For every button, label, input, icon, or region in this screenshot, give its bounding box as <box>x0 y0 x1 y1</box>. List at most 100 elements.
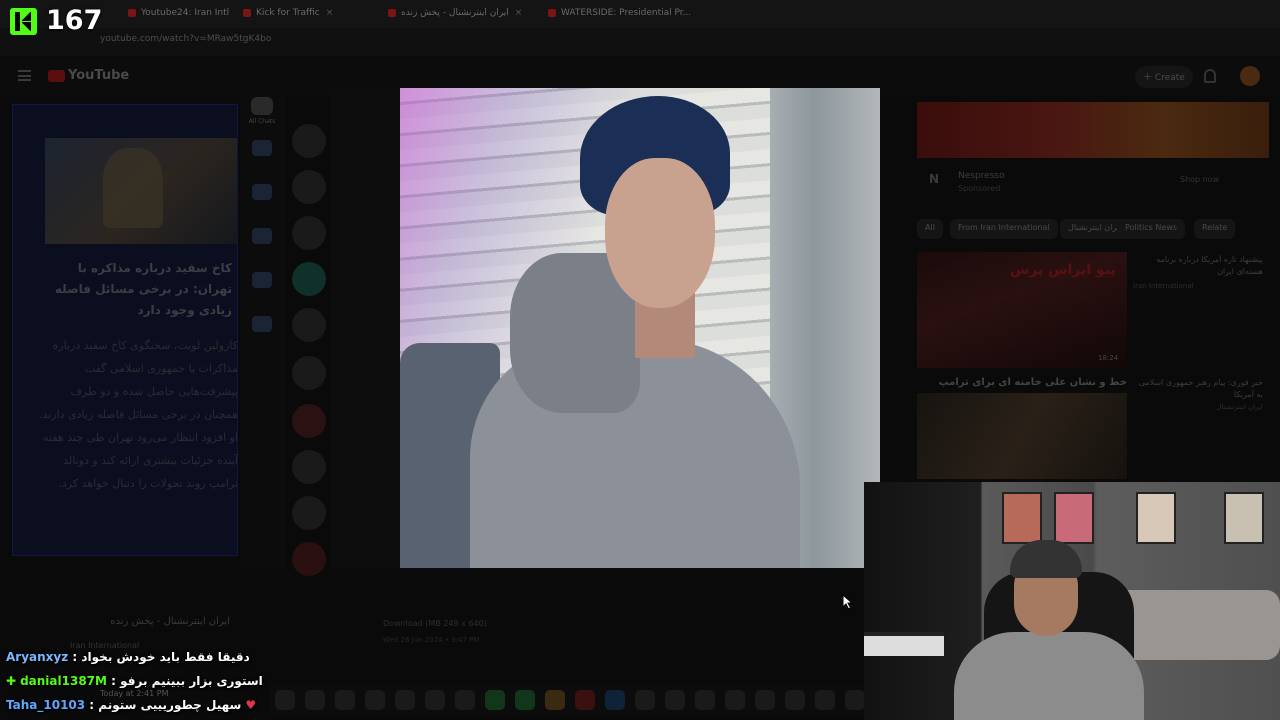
channel-icon[interactable] <box>292 262 326 296</box>
rail-item-icon[interactable] <box>252 316 272 332</box>
dock-app-icon[interactable] <box>545 690 565 710</box>
youtube-play-icon <box>48 69 65 82</box>
dock-app-icon[interactable] <box>695 690 715 710</box>
download-label: Download (MB 249 x 640) <box>383 619 487 628</box>
dock-app-icon[interactable] <box>755 690 775 710</box>
chat-message: ✚ danial1387M : استوری بزار ببینیم برفو <box>6 674 263 688</box>
channel-icon[interactable] <box>292 170 326 204</box>
dock-app-icon[interactable] <box>485 690 505 710</box>
dock-app-icon[interactable] <box>275 690 295 710</box>
wall-poster <box>1136 492 1176 544</box>
video-title[interactable]: پیشنهاد تازه آمریکا درباره برنامه هسته‌ا… <box>1133 254 1263 278</box>
channel-subtitle: Iran International <box>70 641 140 650</box>
dock-app-icon[interactable] <box>575 690 595 710</box>
channel-icon[interactable] <box>292 356 326 390</box>
kick-logo-icon <box>10 8 37 35</box>
plus-diamond-icon: ✚ <box>6 674 17 688</box>
chat-username[interactable]: danial1387M <box>20 674 107 688</box>
video-title[interactable]: خبر فوری: پیام رهبر جمهوری اسلامی به آمر… <box>1133 377 1263 401</box>
nespresso-logo-icon: N <box>929 172 940 186</box>
chat-message: Taha_10103 : سهیل چطوریییی ستونم ♥ <box>6 698 257 712</box>
channel-icon[interactable] <box>292 308 326 342</box>
browser-tab[interactable]: Kick for Traffic × <box>235 4 375 24</box>
bell-icon[interactable] <box>1204 69 1216 83</box>
create-button[interactable]: ＋ Create <box>1135 66 1193 88</box>
dock-app-icon[interactable] <box>815 690 835 710</box>
wall-poster <box>1054 492 1094 544</box>
video-duration: 18:24 <box>1098 354 1119 362</box>
channel-icon[interactable] <box>292 496 326 530</box>
chat-message: Aryanxyz : دقیقا فقط باید خودش بخواد <box>6 650 250 664</box>
wall-poster <box>1224 492 1264 544</box>
channel-icon[interactable] <box>292 404 326 438</box>
article-title: کاخ سفید درباره مذاکره با تهران: در برخی… <box>54 261 232 317</box>
chat-username[interactable]: Aryanxyz <box>6 650 68 664</box>
timestamp-label: Today at 2:41 PM <box>100 689 169 698</box>
dock-app-icon[interactable] <box>395 690 415 710</box>
dock-app-icon[interactable] <box>605 690 625 710</box>
channel-icon[interactable] <box>292 450 326 484</box>
filter-chip[interactable]: Politics News <box>1117 219 1185 239</box>
filter-chip[interactable]: All <box>917 219 943 239</box>
heart-icon: ♥ <box>245 698 257 712</box>
rail-item-icon[interactable] <box>252 184 272 200</box>
viewer-count: 167 <box>46 5 103 36</box>
youtube-favicon-icon <box>128 8 136 17</box>
dock-app-icon[interactable] <box>365 690 385 710</box>
thumbnail-overlay-text: پیو ایراس پرس <box>1010 262 1116 278</box>
dock-app-icon[interactable] <box>665 690 685 710</box>
chat-username[interactable]: Taha_10103 <box>6 698 85 712</box>
keyboard-instrument <box>864 632 944 656</box>
ad-banner[interactable] <box>917 102 1269 158</box>
dock-app-icon[interactable] <box>785 690 805 710</box>
rail-item-icon[interactable] <box>252 272 272 288</box>
close-icon[interactable]: × <box>326 8 334 18</box>
browser-tab[interactable]: WATERSIDE: Presidential Pr...× <box>540 4 690 24</box>
download-subtitle: Wed 26 Jun 2024 • 3:47 PM <box>383 636 480 644</box>
chat-text: سهیل چطوریییی ستونم <box>98 698 242 712</box>
dock-app-icon[interactable] <box>425 690 445 710</box>
article-body: کارولین لویت، سخنگوی کاخ سفید درباره مذا… <box>38 339 238 490</box>
youtube-logo[interactable]: YouTube <box>48 68 129 83</box>
enlarged-photo[interactable] <box>400 88 880 568</box>
rail-item-icon[interactable] <box>252 140 272 156</box>
dock-app-icon[interactable] <box>635 690 655 710</box>
comments-icon[interactable] <box>251 97 273 115</box>
browser-tab[interactable]: Youtube24: Iran Intl TV <box>120 4 230 24</box>
filter-chip[interactable]: From Iran International <box>950 219 1058 239</box>
ad-sponsor-label: Sponsored <box>958 184 1001 193</box>
shop-now-button[interactable]: Shop now <box>1180 175 1219 184</box>
youtube-favicon-icon <box>388 8 396 17</box>
dock-app-icon[interactable] <box>515 690 535 710</box>
browser-tab[interactable]: ایران اینترنشنال - پخش زنده × <box>380 4 530 24</box>
menu-icon[interactable] <box>18 70 31 81</box>
channel-icon[interactable] <box>292 124 326 158</box>
dock-app-icon[interactable] <box>455 690 475 710</box>
kick-favicon-icon <box>243 8 251 17</box>
channel-icon[interactable] <box>292 542 326 576</box>
dock-app-icon[interactable] <box>335 690 355 710</box>
account-avatar[interactable] <box>1240 66 1260 86</box>
mouse-cursor-icon <box>842 594 854 610</box>
youtube-favicon-icon <box>548 8 556 17</box>
ad-name: Nespresso <box>958 171 1005 181</box>
video-thumbnail[interactable] <box>917 393 1127 479</box>
video-meta: Iran International <box>1133 282 1194 290</box>
face <box>605 158 715 308</box>
streamer-webcam <box>864 482 1280 720</box>
channel-name[interactable]: ایران اینترنشنال - پخش زنده <box>10 616 230 627</box>
comments-label: All Chats <box>248 118 276 125</box>
dock-app-icon[interactable] <box>305 690 325 710</box>
channel-icon[interactable] <box>292 216 326 250</box>
video-meta: ایران اینترنشنال <box>1216 403 1263 411</box>
rail-item-icon[interactable] <box>252 228 272 244</box>
close-icon[interactable]: × <box>515 8 523 18</box>
filter-chip[interactable]: Relate <box>1194 219 1236 239</box>
url-text[interactable]: youtube.com/watch?v=MRaw5tgK4bo <box>100 34 271 44</box>
dock-app-icon[interactable] <box>845 690 865 710</box>
comments-column <box>330 88 400 568</box>
couch <box>1114 590 1280 660</box>
article-thumbnail[interactable] <box>45 138 237 244</box>
stream-screen: Youtube24: Iran Intl TV Kick for Traffic… <box>0 0 1280 720</box>
dock-app-icon[interactable] <box>725 690 745 710</box>
